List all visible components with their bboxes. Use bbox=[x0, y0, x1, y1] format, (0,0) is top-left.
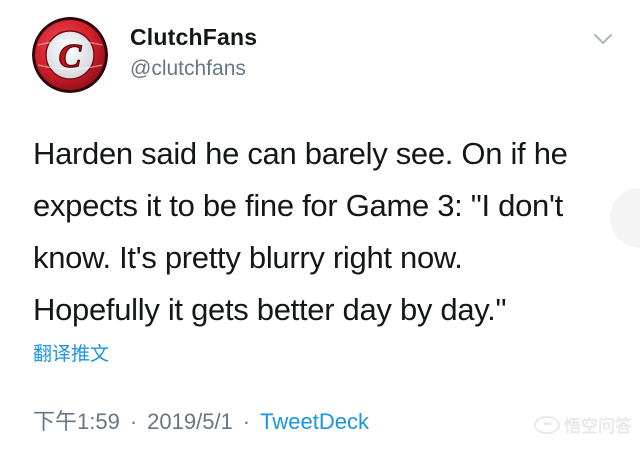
watermark: ••• 悟空问答 bbox=[534, 412, 632, 437]
tweet-date[interactable]: 2019/5/1 bbox=[147, 409, 233, 434]
avatar[interactable]: C bbox=[32, 17, 108, 93]
display-name[interactable]: ClutchFans bbox=[130, 24, 257, 51]
separator-dot: · bbox=[242, 409, 251, 434]
tweet-metadata: 下午1:59 · 2019/5/1 · TweetDeck bbox=[33, 404, 369, 436]
watermark-text: 悟空问答 bbox=[564, 417, 632, 436]
clutchfans-logo-icon: C bbox=[32, 17, 108, 93]
user-handle[interactable]: @clutchfans bbox=[130, 57, 246, 81]
tweet-source-link[interactable]: TweetDeck bbox=[260, 409, 369, 434]
translate-tweet-link[interactable]: 翻译推文 bbox=[33, 339, 109, 366]
tweet-text: Harden said he can barely see. On if he … bbox=[33, 136, 568, 327]
chevron-down-icon[interactable] bbox=[592, 30, 614, 48]
tweet-time[interactable]: 下午1:59 bbox=[33, 409, 120, 434]
avatar-letter: C bbox=[59, 38, 82, 75]
separator-dot: · bbox=[129, 409, 138, 434]
watermark-logo-icon: ••• bbox=[534, 415, 560, 434]
